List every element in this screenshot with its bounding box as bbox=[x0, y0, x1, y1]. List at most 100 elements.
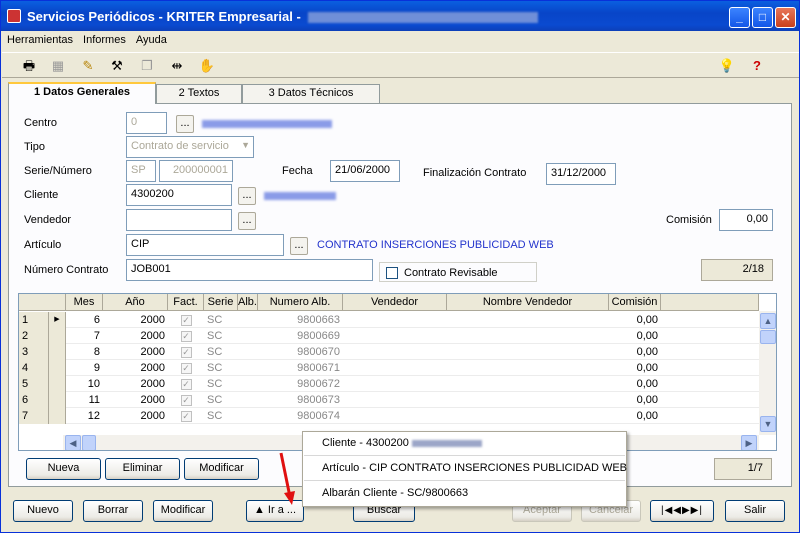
popup-item-albaran[interactable]: Albarán Cliente - SC/9800663 bbox=[304, 482, 625, 506]
vendedor-lookup-button[interactable]: ... bbox=[238, 212, 256, 230]
fecha-input[interactable]: 21/06/2000 bbox=[330, 160, 400, 182]
help-icon[interactable]: ? bbox=[748, 57, 766, 75]
title-bar[interactable]: Servicios Periódicos - KRITER Empresaria… bbox=[1, 1, 799, 31]
fact-checkbox[interactable]: ✓ bbox=[180, 411, 192, 422]
tipo-select[interactable]: Contrato de servicio ▼ bbox=[126, 136, 254, 158]
table-row[interactable]: 5 10 2000 ✓ SC 9800672 0,00 bbox=[19, 376, 759, 392]
serie-input[interactable]: SP bbox=[126, 160, 156, 182]
pen-icon[interactable]: ✎ bbox=[79, 57, 97, 75]
scroll-left-icon[interactable]: ◀ bbox=[65, 435, 81, 450]
cliente-lookup-button[interactable]: ... bbox=[238, 187, 256, 205]
minimize-button[interactable]: _ bbox=[729, 7, 750, 28]
hand-icon[interactable]: ✋ bbox=[198, 57, 216, 75]
finalizacion-input[interactable]: 31/12/2000 bbox=[546, 163, 616, 185]
scroll-right-icon[interactable]: ▶ bbox=[741, 435, 757, 450]
split-icon[interactable]: ⇹ bbox=[168, 57, 186, 75]
vendedor-input[interactable] bbox=[126, 209, 232, 231]
scroll-up-icon[interactable]: ▲ bbox=[760, 313, 776, 329]
redacted-company-name bbox=[308, 12, 539, 24]
record-counter: 2/18 bbox=[701, 259, 773, 281]
menu-informes[interactable]: Informes bbox=[78, 31, 131, 49]
lightbulb-icon[interactable]: 💡 bbox=[718, 57, 736, 75]
modificar-line-button[interactable]: Modificar bbox=[184, 458, 259, 480]
table-row[interactable]: 7 12 2000 ✓ SC 9800674 0,00 bbox=[19, 408, 759, 424]
cell-numero-alb: 9800663 bbox=[297, 314, 340, 326]
grid-header-numero-alb[interactable]: Numero Alb. bbox=[258, 294, 343, 311]
close-button[interactable]: ✕ bbox=[775, 7, 796, 28]
table-icon[interactable]: ▦ bbox=[49, 57, 67, 75]
table-row[interactable]: 6 11 2000 ✓ SC 9800673 0,00 bbox=[19, 392, 759, 408]
fact-checkbox[interactable]: ✓ bbox=[180, 395, 192, 406]
grid-header-nombre-vendedor[interactable]: Nombre Vendedor bbox=[447, 294, 609, 311]
grid-header-fact[interactable]: Fact. bbox=[168, 294, 204, 311]
fact-checkbox[interactable]: ✓ bbox=[180, 331, 192, 342]
cell-fact: ✓ bbox=[168, 376, 204, 392]
grid-row-counter: 1/7 bbox=[714, 458, 772, 480]
maximize-button[interactable]: □ bbox=[752, 7, 773, 28]
cell-comision: 0,00 bbox=[636, 346, 658, 358]
table-row[interactable]: 1 ▶ 6 2000 ✓ SC 9800663 0,00 bbox=[19, 312, 759, 328]
centro-description-redacted bbox=[202, 120, 332, 128]
printer-icon[interactable]: 🖶 bbox=[20, 57, 38, 75]
tab-datos-tecnicos[interactable]: 3 Datos Técnicos bbox=[242, 84, 380, 103]
grid-header-alb[interactable]: Alb. bbox=[238, 294, 258, 311]
nueva-line-button[interactable]: Nueva bbox=[26, 458, 101, 480]
grid-header-anio[interactable]: Año bbox=[103, 294, 168, 311]
fact-checkbox[interactable]: ✓ bbox=[180, 379, 192, 390]
articulo-label: Artículo bbox=[24, 239, 62, 251]
centro-input[interactable]: 0 bbox=[126, 112, 167, 134]
cliente-input[interactable]: 4300200 bbox=[126, 184, 232, 206]
table-row[interactable]: 4 9 2000 ✓ SC 9800671 0,00 bbox=[19, 360, 759, 376]
borrar-button[interactable]: Borrar bbox=[83, 500, 143, 522]
cell-fact: ✓ bbox=[168, 408, 204, 424]
row-selector bbox=[49, 328, 66, 344]
popup-item-cliente[interactable]: Cliente - 4300200 bbox=[304, 432, 625, 456]
tab-datos-generales[interactable]: 1 Datos Generales bbox=[8, 82, 156, 104]
cell-mes: 7 bbox=[93, 330, 100, 342]
menu-herramientas[interactable]: Herramientas bbox=[2, 31, 78, 49]
record-navigation-buttons[interactable]: |◀◀▶▶| bbox=[650, 500, 714, 522]
nuevo-button[interactable]: Nuevo bbox=[13, 500, 73, 522]
numero-contrato-input[interactable]: JOB001 bbox=[126, 259, 373, 281]
salir-button[interactable]: Salir bbox=[725, 500, 785, 522]
centro-lookup-button[interactable]: ... bbox=[176, 115, 194, 133]
cell-anio: 2000 bbox=[140, 378, 165, 390]
fact-checkbox[interactable]: ✓ bbox=[180, 347, 192, 358]
cell-anio: 2000 bbox=[140, 346, 165, 358]
row-number: 2 bbox=[19, 328, 49, 344]
modificar-button[interactable]: Modificar bbox=[153, 500, 213, 522]
row-selector bbox=[49, 360, 66, 376]
table-row[interactable]: 2 7 2000 ✓ SC 9800669 0,00 bbox=[19, 328, 759, 344]
copy-icon[interactable]: ❐ bbox=[138, 57, 156, 75]
comision-input[interactable]: 0,00 bbox=[719, 209, 773, 231]
table-row[interactable]: 3 8 2000 ✓ SC 9800670 0,00 bbox=[19, 344, 759, 360]
menu-ayuda[interactable]: Ayuda bbox=[131, 31, 172, 49]
contrato-revisable-checkbox[interactable]: Contrato Revisable bbox=[379, 262, 537, 282]
scroll-thumb[interactable] bbox=[760, 330, 776, 344]
tab-textos[interactable]: 2 Textos bbox=[156, 84, 242, 103]
grid-header-mes[interactable]: Mes bbox=[66, 294, 103, 311]
tipo-value: Contrato de servicio bbox=[131, 140, 229, 152]
cell-serie: SC bbox=[207, 362, 223, 374]
articulo-lookup-button[interactable]: ... bbox=[290, 237, 308, 255]
scroll-down-icon[interactable]: ▼ bbox=[760, 416, 776, 432]
hammer-icon[interactable]: ⚒ bbox=[108, 57, 126, 75]
row-pointer-icon: ▶ bbox=[49, 312, 66, 328]
fact-checkbox[interactable]: ✓ bbox=[180, 363, 192, 374]
numero-input[interactable]: 200000001 bbox=[159, 160, 233, 182]
cell-serie: SC bbox=[207, 410, 223, 422]
finalizacion-label: Finalización Contrato bbox=[423, 167, 527, 179]
grid-header-comision[interactable]: Comisión bbox=[609, 294, 661, 311]
grid-header-serie[interactable]: Serie bbox=[204, 294, 238, 311]
grid-vertical-scrollbar[interactable]: ▲ ▼ bbox=[759, 311, 776, 435]
cliente-label: Cliente bbox=[24, 189, 59, 201]
popup-item-articulo[interactable]: Artículo - CIP CONTRATO INSERCIONES PUBL… bbox=[304, 457, 627, 481]
eliminar-line-button[interactable]: Eliminar bbox=[105, 458, 180, 480]
ir-a-popup-menu: Cliente - 4300200 Artículo - CIP CONTRAT… bbox=[302, 431, 627, 507]
articulo-input[interactable]: CIP bbox=[126, 234, 284, 256]
fecha-label: Fecha bbox=[282, 165, 313, 177]
grid-header-vendedor[interactable]: Vendedor bbox=[343, 294, 447, 311]
hscroll-thumb[interactable] bbox=[82, 435, 96, 450]
cell-fact: ✓ bbox=[168, 344, 204, 360]
fact-checkbox[interactable]: ✓ bbox=[180, 315, 192, 326]
